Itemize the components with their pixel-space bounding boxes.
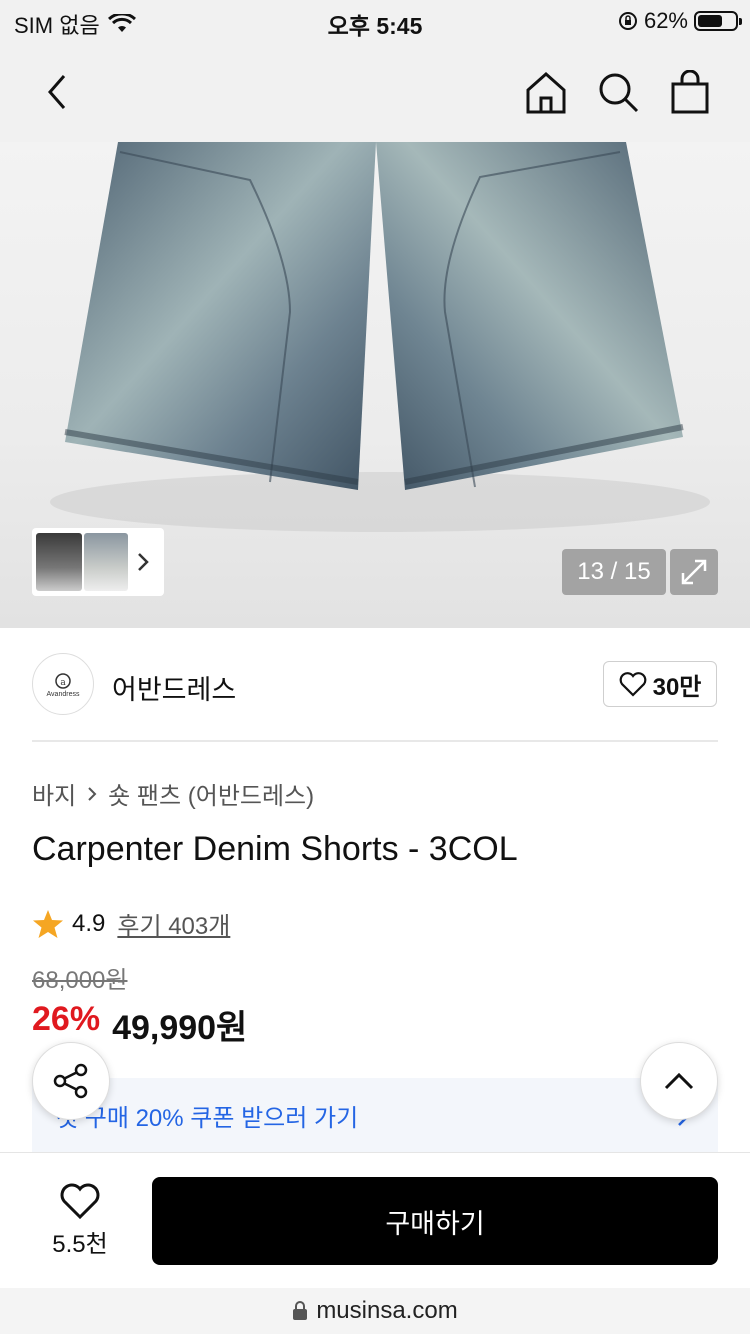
browser-url-bar[interactable]: musinsa.com bbox=[0, 1288, 750, 1334]
orientation-lock-icon bbox=[618, 12, 637, 30]
thumbnail-image[interactable] bbox=[36, 533, 82, 591]
divider bbox=[32, 740, 718, 742]
battery-icon bbox=[694, 11, 742, 31]
wishlist-count: 5.5천 bbox=[52, 1231, 108, 1258]
lock-icon bbox=[293, 1301, 308, 1320]
share-button[interactable] bbox=[32, 1042, 110, 1120]
share-icon bbox=[53, 1063, 88, 1099]
sale-price: 49,990원 bbox=[112, 1009, 248, 1047]
rating-value: 4.9 bbox=[72, 909, 106, 937]
status-right: 62% bbox=[618, 8, 742, 34]
product-title: Carpenter Denim Shorts - 3COL bbox=[32, 830, 518, 868]
back-icon bbox=[48, 75, 66, 109]
shopping-bag-icon bbox=[671, 70, 709, 114]
heart-icon bbox=[60, 1183, 100, 1220]
buy-button[interactable]: 구매하기 bbox=[152, 1177, 718, 1265]
image-counter: 13 / 15 bbox=[562, 549, 666, 595]
back-button[interactable] bbox=[28, 64, 84, 120]
rating-row: 4.9 후기 403개 bbox=[32, 906, 230, 941]
breadcrumb-subcategory[interactable]: 숏 팬츠 (어반드레스) bbox=[108, 776, 314, 811]
home-button[interactable] bbox=[518, 64, 574, 120]
brand-like-count: 30만 bbox=[652, 673, 702, 701]
original-price: 68,000원 bbox=[32, 967, 128, 994]
review-link[interactable]: 후기 403개 bbox=[117, 906, 230, 941]
star-icon bbox=[33, 909, 63, 938]
brand-logo[interactable]: a Avandress bbox=[32, 653, 94, 715]
thumbnail-image[interactable] bbox=[84, 533, 128, 591]
search-icon bbox=[599, 73, 639, 113]
coupon-banner[interactable]: 첫 구매 20% 쿠폰 받으러 가기 bbox=[32, 1078, 718, 1152]
thumbnail-strip[interactable] bbox=[32, 528, 164, 596]
expand-button[interactable] bbox=[670, 549, 718, 595]
brand-logo-text: Avandress bbox=[46, 690, 80, 698]
breadcrumb-category[interactable]: 바지 bbox=[32, 776, 76, 811]
expand-icon bbox=[681, 559, 707, 585]
heart-icon bbox=[619, 672, 646, 697]
home-icon bbox=[526, 71, 566, 114]
cart-button[interactable] bbox=[662, 64, 718, 120]
url-text: musinsa.com bbox=[316, 1297, 458, 1324]
wishlist-button[interactable]: 5.5천 bbox=[44, 1182, 116, 1259]
status-bar: SIM 없음 오후 5:45 62% bbox=[0, 0, 750, 44]
breadcrumb: 바지 숏 팬츠 (어반드레스) bbox=[32, 776, 314, 811]
wreath-icon: a bbox=[55, 672, 71, 689]
brand-like-button[interactable]: 30만 bbox=[603, 661, 717, 707]
battery-percent: 62% bbox=[643, 8, 688, 33]
top-nav bbox=[0, 44, 750, 142]
chevron-right-icon bbox=[88, 786, 97, 801]
brand-name[interactable]: 어반드레스 bbox=[112, 668, 236, 707]
chevron-up-icon bbox=[664, 1072, 694, 1090]
search-button[interactable] bbox=[590, 64, 646, 120]
chevron-right-icon[interactable] bbox=[134, 551, 152, 573]
scroll-top-button[interactable] bbox=[640, 1042, 718, 1120]
svg-text:a: a bbox=[60, 678, 66, 688]
